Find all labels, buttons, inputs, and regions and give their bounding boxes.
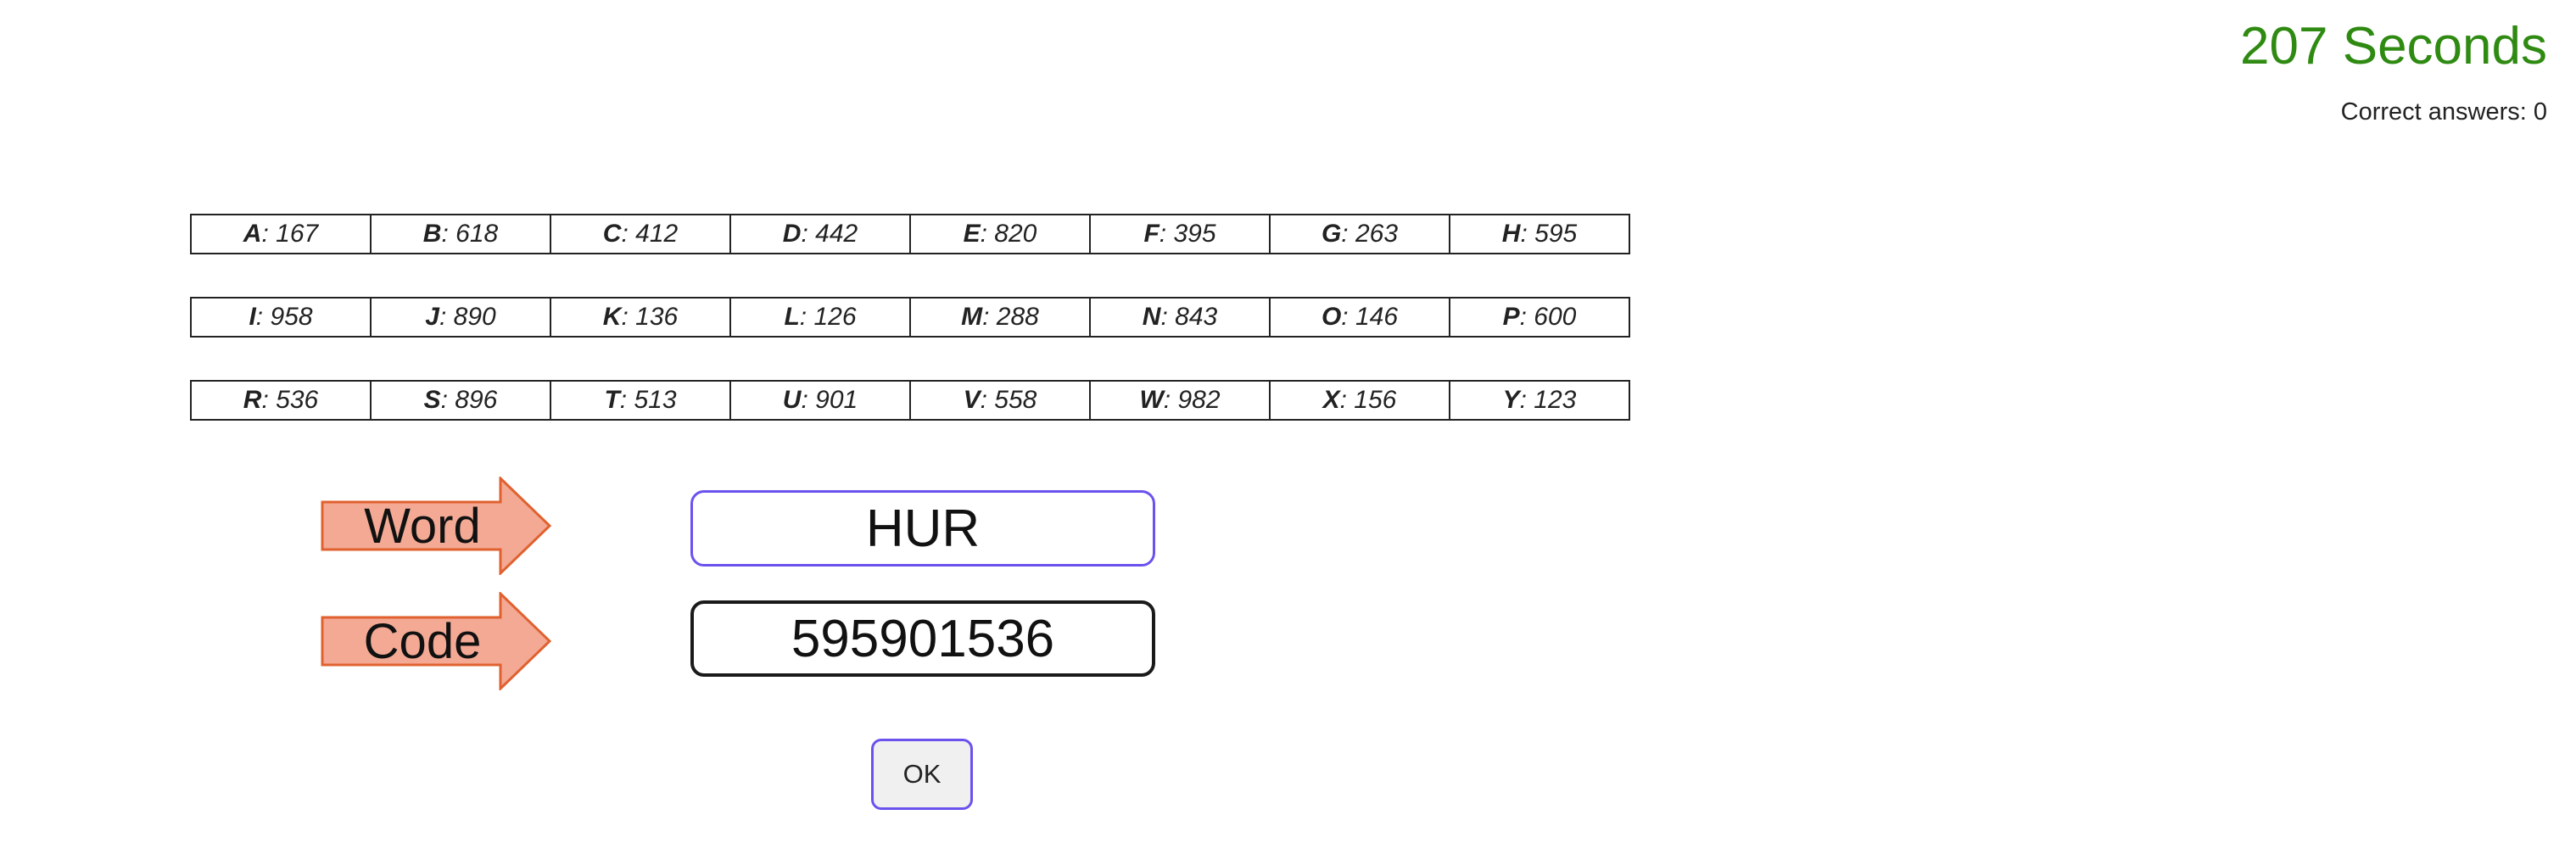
code-letter: K <box>602 303 622 331</box>
code-value: : 156 <box>1339 386 1397 414</box>
code-cell: C: 412 <box>550 214 731 254</box>
code-letter: U <box>782 386 802 414</box>
code-letter: O <box>1321 303 1342 331</box>
code-cell: D: 442 <box>729 214 911 254</box>
code-cell: V: 558 <box>909 380 1091 421</box>
code-cell: O: 146 <box>1269 297 1450 338</box>
code-value: : 136 <box>621 303 679 331</box>
code-letter: H <box>1501 220 1521 248</box>
code-value: : 896 <box>440 386 498 414</box>
code-cell: F: 395 <box>1089 214 1271 254</box>
code-cell: X: 156 <box>1269 380 1450 421</box>
word-label: Word <box>364 498 481 554</box>
code-cell: M: 288 <box>909 297 1091 338</box>
code-cell: G: 263 <box>1269 214 1450 254</box>
code-value: : 126 <box>799 303 857 331</box>
code-letter: Y <box>1502 386 1520 414</box>
code-value: : 442 <box>801 220 858 248</box>
word-arrow-label: Word <box>321 477 551 575</box>
code-letter: X <box>1322 386 1340 414</box>
code-value: : 901 <box>801 386 858 414</box>
code-value: : 820 <box>980 220 1037 248</box>
code-value: : 618 <box>441 220 499 248</box>
code-letter: M <box>961 303 983 331</box>
code-value: : 890 <box>439 303 496 331</box>
code-value: : 167 <box>261 220 319 248</box>
code-cell: E: 820 <box>909 214 1091 254</box>
code-value: : 412 <box>621 220 679 248</box>
code-letter: W <box>1139 386 1164 414</box>
code-value: : 982 <box>1163 386 1221 414</box>
code-letter: G <box>1321 220 1342 248</box>
code-table: A: 167 B: 618 C: 412 D: 442 E: 820 F: 39… <box>190 214 1630 421</box>
code-cell: P: 600 <box>1449 297 1630 338</box>
code-cell: S: 896 <box>370 380 551 421</box>
code-letter: L <box>784 303 800 331</box>
code-letter: E <box>963 220 981 248</box>
code-letter: A <box>243 220 262 248</box>
code-cell: W: 982 <box>1089 380 1271 421</box>
code-cell: J: 890 <box>370 297 551 338</box>
code-letter: J <box>425 303 439 331</box>
code-letter: N <box>1142 303 1161 331</box>
code-value: : 263 <box>1341 220 1399 248</box>
code-cell: U: 901 <box>729 380 911 421</box>
code-cell: A: 167 <box>190 214 372 254</box>
code-value: : 123 <box>1519 386 1577 414</box>
code-cell: R: 536 <box>190 380 372 421</box>
code-row: A: 167 B: 618 C: 412 D: 442 E: 820 F: 39… <box>190 214 1630 254</box>
code-cell: B: 618 <box>370 214 551 254</box>
word-display: HUR <box>690 490 1155 567</box>
code-value: : 395 <box>1159 220 1216 248</box>
code-row: I: 958 J: 890 K: 136 L: 126 M: 288 N: 84… <box>190 297 1630 338</box>
code-value: : 843 <box>1160 303 1218 331</box>
code-value: : 146 <box>1341 303 1399 331</box>
code-value: : 536 <box>261 386 319 414</box>
code-letter: F <box>1143 220 1159 248</box>
code-value: : 600 <box>1519 303 1577 331</box>
code-cell: K: 136 <box>550 297 731 338</box>
ok-button[interactable]: OK <box>871 739 973 810</box>
code-label: Code <box>363 613 482 669</box>
code-cell: L: 126 <box>729 297 911 338</box>
code-cell: N: 843 <box>1089 297 1271 338</box>
code-cell: Y: 123 <box>1449 380 1630 421</box>
code-cell: I: 958 <box>190 297 372 338</box>
code-letter: D <box>782 220 802 248</box>
code-letter: T <box>604 386 620 414</box>
correct-answers: Correct answers: 0 <box>2340 98 2547 126</box>
code-value: : 288 <box>982 303 1039 331</box>
code-input[interactable]: 595901536 <box>690 600 1155 677</box>
code-letter: S <box>423 386 441 414</box>
code-letter: P <box>1502 303 1520 331</box>
code-row: R: 536 S: 896 T: 513 U: 901 V: 558 W: 98… <box>190 380 1630 421</box>
timer: 207 Seconds <box>2240 17 2547 75</box>
code-cell: T: 513 <box>550 380 731 421</box>
code-cell: H: 595 <box>1449 214 1630 254</box>
code-value: : 513 <box>619 386 677 414</box>
code-letter: V <box>963 386 981 414</box>
code-value: : 558 <box>980 386 1037 414</box>
code-letter: C <box>602 220 622 248</box>
code-letter: R <box>243 386 262 414</box>
code-letter: I <box>249 303 256 331</box>
code-value: : 958 <box>255 303 313 331</box>
code-arrow-label: Code <box>321 592 551 690</box>
code-letter: B <box>422 220 442 248</box>
code-value: : 595 <box>1520 220 1578 248</box>
